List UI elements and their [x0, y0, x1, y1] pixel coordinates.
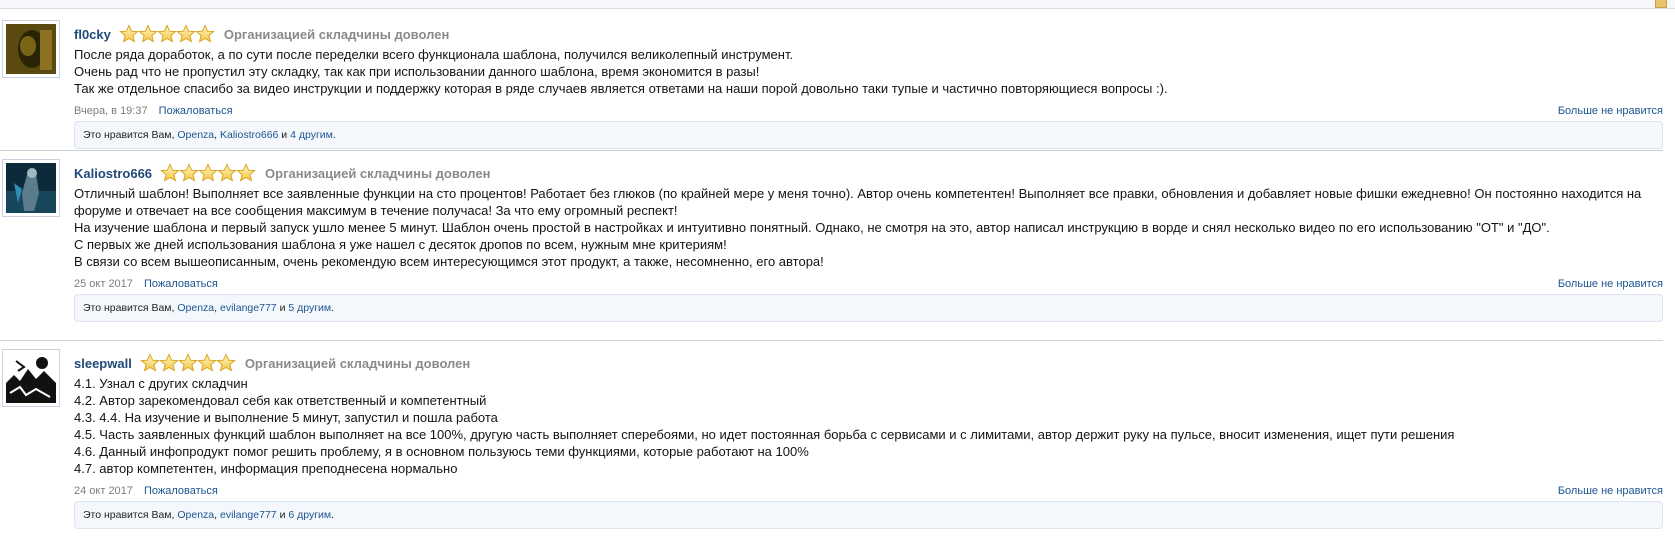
avatar[interactable]	[2, 349, 60, 407]
report-link[interactable]: Пожаловаться	[159, 105, 233, 117]
username-link[interactable]: sleepwall	[74, 356, 132, 371]
review-line: Так же отдельное спасибо за видео инстру…	[74, 81, 1168, 96]
review-date: 25 окт 2017	[74, 278, 133, 290]
star-icon	[215, 353, 236, 372]
unlike-link[interactable]: Больше не нравится	[1558, 274, 1663, 294]
review-line: На изучение шаблона и первый запуск ушло…	[74, 220, 1550, 235]
review-line: С первых же дней использования шаблона я…	[74, 237, 727, 252]
review-item: fl0cky Организацией складчины доволен По…	[0, 12, 1663, 151]
star-icon	[158, 353, 179, 372]
review-date: Вчера, в 19:37	[74, 105, 148, 117]
review-line: Отличный шаблон! Выполняет все заявленны…	[74, 186, 1642, 218]
unlike-link[interactable]: Больше не нравится	[1558, 101, 1663, 121]
star-icon	[119, 24, 139, 43]
avatar-image	[6, 163, 56, 213]
star-icon	[138, 24, 158, 43]
verdict-label: Организацией складчины доволен	[265, 165, 491, 181]
likes-and: и	[281, 129, 288, 141]
like-user-link[interactable]: Openza	[177, 129, 214, 141]
review-list: fl0cky Организацией складчины доволен По…	[0, 12, 1663, 531]
avatar[interactable]	[2, 159, 60, 217]
like-user-link[interactable]: Kaliostro666	[220, 129, 278, 141]
rating-stars	[119, 24, 215, 44]
star-icon	[195, 24, 215, 43]
likes-and: и	[279, 509, 286, 521]
star-icon	[160, 163, 180, 182]
star-icon	[217, 163, 237, 182]
likes-summary: Это нравится Вам, Openza, Kaliostro666 и…	[74, 121, 1663, 149]
rating-stars	[160, 163, 256, 183]
review-line: 4.6. Данный инфопродукт помог решить про…	[74, 444, 809, 459]
verdict-label: Организацией складчины доволен	[244, 355, 471, 371]
rating-stars	[139, 353, 236, 373]
likes-summary: Это нравится Вам, Openza, evilange777 и …	[74, 294, 1663, 322]
review-line: 4.3. 4.4. На изучение и выполнение 5 мин…	[74, 410, 498, 425]
report-link[interactable]: Пожаловаться	[144, 485, 218, 497]
report-link[interactable]: Пожаловаться	[144, 278, 218, 290]
review-text: После ряда доработок, а по сути после пе…	[74, 46, 1663, 97]
likes-and: и	[279, 302, 286, 314]
review-line: 4.7. автор компетентен, информация препо…	[74, 461, 458, 476]
likes-separator: ,	[214, 302, 218, 314]
like-user-link[interactable]: Openza	[177, 509, 214, 521]
unlike-link[interactable]: Больше не нравится	[1558, 481, 1663, 501]
likes-end: .	[332, 129, 336, 141]
username-link[interactable]: fl0cky	[74, 27, 111, 42]
username-link[interactable]: Kaliostro666	[74, 166, 152, 181]
star-icon	[176, 24, 196, 43]
likes-others-link[interactable]: 5 другим	[288, 302, 331, 314]
likes-others-link[interactable]: 4 другим	[290, 129, 333, 141]
star-icon	[198, 163, 218, 182]
review-text: Отличный шаблон! Выполняет все заявленны…	[74, 185, 1663, 270]
likes-separator: ,	[214, 509, 218, 521]
review-line: 4.1. Узнал с других складчин	[74, 376, 248, 391]
avatar-image	[6, 24, 56, 74]
review-item: Kaliostro666 Организацией складчины дово…	[0, 151, 1663, 341]
likes-end: .	[331, 302, 335, 314]
like-user-link[interactable]: evilange777	[220, 509, 277, 521]
review-text: 4.1. Узнал с других складчин 4.2. Автор …	[74, 375, 1663, 477]
likes-prefix: Это нравится Вам,	[83, 302, 175, 314]
likes-separator: ,	[214, 129, 218, 141]
likes-prefix: Это нравится Вам,	[83, 129, 175, 141]
top-strip	[0, 0, 1675, 9]
likes-others-link[interactable]: 6 другим	[288, 509, 331, 521]
like-user-link[interactable]: Openza	[177, 302, 214, 314]
review-item: sleepwall Организацией складчины доволен…	[0, 341, 1663, 531]
review-line: 4.5. Часть заявленных функций шаблон вып…	[74, 427, 1455, 442]
verdict-label: Организацией складчины доволен	[223, 26, 450, 42]
review-line: В связи со всем вышеописанным, очень рек…	[74, 254, 824, 269]
review-line: 4.2. Автор зарекомендовал себя как ответ…	[74, 393, 487, 408]
star-icon	[139, 353, 160, 372]
review-date: 24 окт 2017	[74, 485, 133, 497]
review-line: После ряда доработок, а по сути после пе…	[74, 47, 794, 62]
star-icon	[196, 353, 217, 372]
likes-end: .	[331, 509, 335, 521]
star-icon	[177, 353, 198, 372]
star-icon	[157, 24, 177, 43]
like-user-link[interactable]: evilange777	[220, 302, 277, 314]
star-icon	[179, 163, 199, 182]
likes-summary: Это нравится Вам, Openza, evilange777 и …	[74, 501, 1663, 529]
avatar[interactable]	[2, 20, 60, 78]
avatar-image	[6, 353, 56, 403]
bookmark-icon[interactable]	[1655, 0, 1667, 8]
likes-prefix: Это нравится Вам,	[83, 509, 175, 521]
review-line: Очень рад что не пропустил эту складку, …	[74, 64, 760, 79]
star-icon	[236, 163, 256, 182]
